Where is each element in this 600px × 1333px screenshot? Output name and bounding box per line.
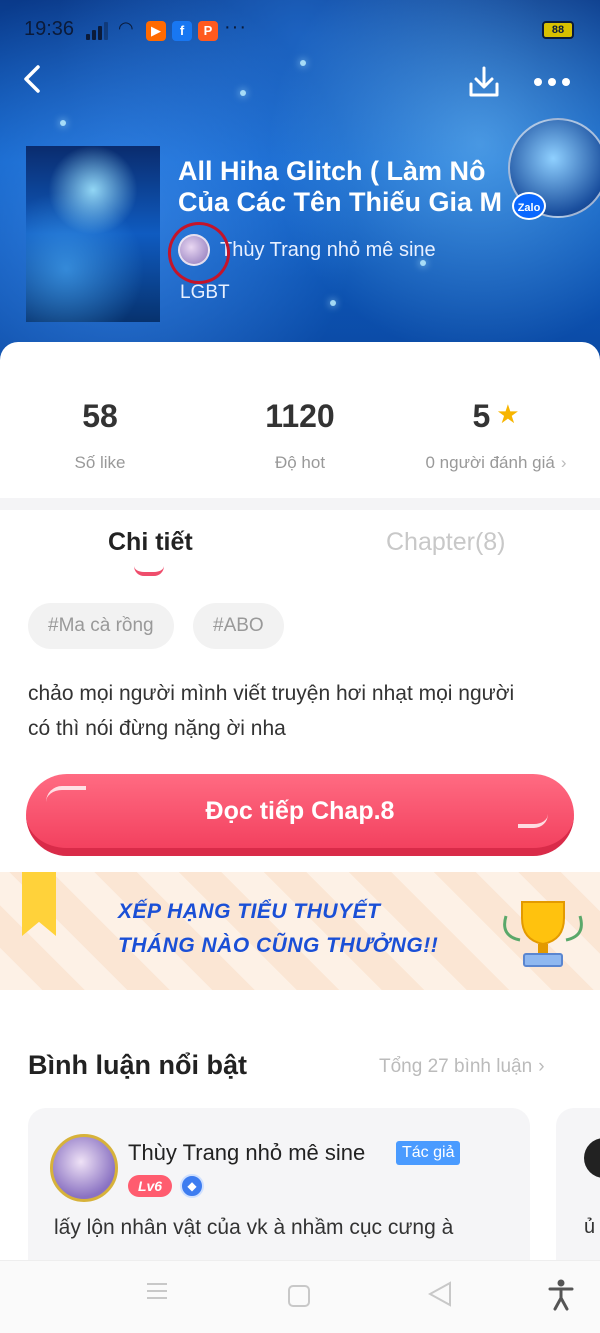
comments-total-label: Tổng 27 bình luận [379,1056,533,1077]
chevron-right-icon: › [538,1056,545,1077]
book-title-line1: All Hiha Glitch ( Làm Nô [178,156,486,186]
hot-value: 1120 [265,398,335,434]
commenter-avatar[interactable] [50,1134,118,1202]
genre-label: LGBT [180,282,230,303]
more-dots-icon [534,78,570,86]
media-icon: ▶ [146,21,166,41]
likes-label: Số like [74,453,126,472]
signal-icon [86,22,108,40]
comment-text: lấy lộn nhân vật của vk à nhầm cục cưng … [54,1216,454,1239]
shine-decoration [518,814,548,828]
p-icon: P [198,21,218,41]
accessibility-icon[interactable] [548,1279,574,1311]
comments-section-title: Bình luận nổi bật [28,1050,247,1080]
book-header: 19:36 ◠ ▶ f P ··· 88 All Hiha Glitch ( L… [0,0,600,360]
bookmark-ribbon-icon [22,872,56,936]
description-line: có thì nói đừng nặng ời nha [28,717,286,740]
stat-rating[interactable]: 5 ★ 0 người đánh giá › [396,398,596,473]
banner-line1: XẾP HẠNG TIỂU THUYẾT [118,900,381,923]
continue-reading-label: Đọc tiếp Chap.8 [205,797,395,825]
battery-icon: 88 [542,21,574,39]
description-line: chảo mọi người mình viết truyện hơi nhạt… [28,682,515,705]
stat-likes: 58 Số like [0,398,200,473]
zalo-icon[interactable]: Zalo [512,192,546,220]
rating-label-row[interactable]: 0 người đánh giá › [396,453,596,473]
comment-text-partial: ủ [584,1216,596,1238]
download-button[interactable] [466,64,506,104]
rating-value: 5 [472,398,491,434]
tab-chapter[interactable]: Chapter(8) [386,528,506,557]
sparkle-decoration [300,60,306,66]
comments-total-link[interactable]: Tổng 27 bình luận › [379,1056,545,1078]
continue-reading-button[interactable]: Đọc tiếp Chap.8 [26,774,574,856]
sparkle-decoration [330,300,336,306]
book-cover-image[interactable] [26,146,160,322]
author-name[interactable]: Thùy Trang nhỏ mê sine [220,239,436,262]
tag-chip[interactable]: #ABO [193,603,284,649]
section-divider [0,498,600,510]
trophy-icon [503,901,583,967]
book-title: All Hiha Glitch ( Làm Nô Của Các Tên Thi… [178,156,518,218]
sparkle-decoration [240,90,246,96]
system-nav-bar [0,1260,600,1333]
back-triangle-icon[interactable] [428,1281,452,1307]
home-icon[interactable] [288,1285,310,1307]
status-bar: 19:36 ◠ ▶ f P ··· 88 [0,0,600,60]
level-badge: Lv6 [128,1175,172,1197]
likes-value: 58 [82,398,118,434]
menu-icon[interactable] [146,1281,168,1301]
chevron-left-icon [24,65,40,93]
rating-count-label: 0 người đánh giá [425,453,555,472]
commenter-name[interactable]: Thùy Trang nhỏ mê sine [128,1140,365,1166]
active-tab-indicator [134,566,164,576]
tab-detail[interactable]: Chi tiết [108,528,193,557]
stat-hot: 1120 Độ hot [200,398,400,473]
tag-chip[interactable]: #Ma cà rồng [28,603,174,649]
notification-more-icon: ··· [224,16,247,38]
shine-decoration [46,786,86,802]
more-options-button[interactable] [532,64,576,104]
star-icon: ★ [496,399,520,429]
download-icon [469,66,499,97]
hot-label: Độ hot [274,453,326,472]
rating-value-row: 5 ★ [396,398,596,435]
book-title-line2: Của Các Tên Thiếu Gia M [178,187,503,217]
stats-card: 58 Số like 1120 Độ hot 5 ★ 0 người đánh g… [0,342,600,498]
back-button[interactable] [20,62,60,102]
wifi-icon: ◠ [118,18,134,38]
book-description: chảo mọi người mình viết truyện hơi nhạt… [28,676,578,746]
banner-line2: THÁNG NÀO CŨNG THƯỞNG!! [118,934,439,957]
author-badge: Tác giả [396,1141,461,1165]
medal-icon: ◆ [180,1174,204,1198]
red-annotation-circle [162,216,236,290]
facebook-icon: f [172,21,192,41]
status-time: 19:36 [24,18,75,40]
sparkle-decoration [60,120,66,126]
chevron-right-icon: › [560,453,567,472]
